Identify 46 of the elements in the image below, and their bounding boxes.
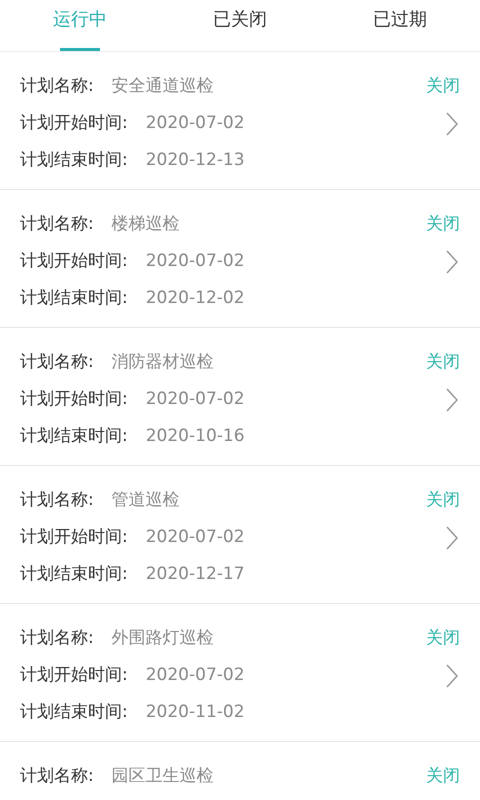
plan-card[interactable]: 计划名称: 管道巡检 关闭 计划开始时间: 2020-07-02 计划结束时间: 2020-12-17	[0, 466, 480, 604]
field-value: 2020-12-13	[146, 148, 245, 172]
chevron-right-icon	[446, 112, 458, 136]
field-value: 管道巡检	[112, 488, 180, 512]
field-value: 园区卫生巡检	[112, 764, 214, 788]
field-label: 计划结束时间:	[20, 424, 128, 448]
field-value: 外围路灯巡检	[112, 626, 214, 650]
field-value: 2020-07-02	[146, 250, 245, 273]
field-value: 2020-12-02	[146, 286, 245, 310]
field-label: 计划开始时间:	[20, 526, 128, 549]
field-value: 楼梯巡检	[112, 212, 180, 236]
chevron-right-icon	[446, 664, 458, 688]
field-label: 计划结束时间:	[20, 286, 128, 310]
field-value: 安全通道巡检	[112, 74, 214, 98]
field-value: 2020-11-02	[146, 700, 245, 724]
field-label: 计划结束时间:	[20, 700, 128, 724]
field-value: 2020-07-02	[146, 526, 245, 549]
field-label: 计划开始时间:	[20, 664, 128, 687]
chevron-right-icon	[446, 388, 458, 412]
plan-card[interactable]: 计划名称: 园区卫生巡检 关闭	[0, 742, 480, 800]
field-label: 计划结束时间:	[20, 562, 128, 586]
field-label: 计划开始时间:	[20, 388, 128, 411]
field-value: 2020-07-02	[146, 388, 245, 411]
chevron-right-icon	[446, 526, 458, 550]
tab-underline	[60, 48, 100, 51]
field-label: 计划开始时间:	[20, 250, 128, 273]
field-label: 计划名称:	[20, 212, 94, 236]
field-value: 2020-07-02	[146, 664, 245, 687]
plan-card[interactable]: 计划名称: 安全通道巡检 关闭 计划开始时间: 2020-07-02 计划结束时间: 2020-12-13	[0, 52, 480, 190]
field-value: 2020-07-02	[146, 112, 245, 135]
field-label: 计划结束时间:	[20, 148, 128, 172]
field-label: 计划名称:	[20, 626, 94, 650]
tab[interactable]: 已过期	[320, 0, 480, 51]
tab[interactable]: 已关闭	[160, 0, 320, 51]
field-value: 2020-10-16	[146, 424, 245, 448]
field-label: 计划名称:	[20, 764, 94, 788]
field-label: 计划开始时间:	[20, 112, 128, 135]
field-value: 2020-12-17	[146, 562, 245, 586]
field-label: 计划名称:	[20, 488, 94, 512]
field-label: 计划名称:	[20, 350, 94, 374]
plan-card[interactable]: 计划名称: 楼梯巡检 关闭 计划开始时间: 2020-07-02 计划结束时间: 2020-12-02	[0, 190, 480, 328]
plan-card[interactable]: 计划名称: 消防器材巡检 关闭 计划开始时间: 2020-07-02 计划结束时间: 2020-10-16	[0, 328, 480, 466]
plan-card[interactable]: 计划名称: 外围路灯巡检 关闭 计划开始时间: 2020-07-02 计划结束时间: 2020-11-02	[0, 604, 480, 742]
chevron-right-icon	[446, 250, 458, 274]
field-value: 消防器材巡检	[112, 350, 214, 374]
field-label: 计划名称:	[20, 74, 94, 98]
